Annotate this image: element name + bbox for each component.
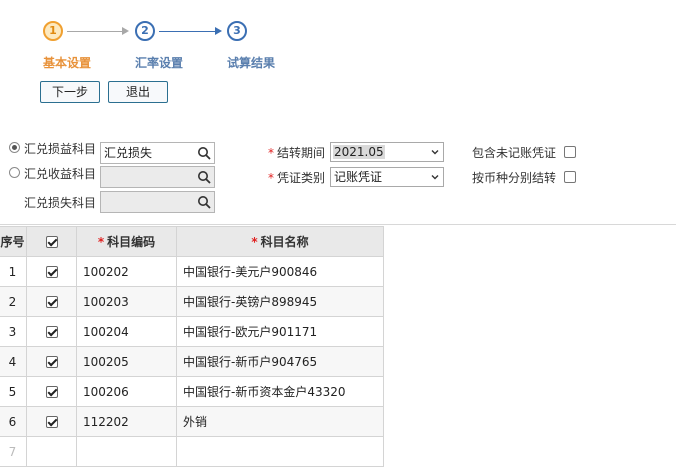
table-header-row: 序号 * 科目编码 * 科目名称 [0,226,384,257]
table-row[interactable]: 7 [0,436,384,467]
step-1-number: 1 [49,24,57,37]
account-name-cell[interactable]: 外销 [176,406,384,437]
row-select-cell[interactable] [26,256,77,287]
exchange-gain-loss-value: 汇兑损失 [104,146,153,160]
period-select[interactable]: 2021.05 [330,142,444,162]
exchange-loss-label: 汇兑损失科目 [24,196,97,210]
row-checkbox[interactable] [45,356,58,368]
row-index: 3 [0,316,27,347]
row-select-cell[interactable] [26,376,77,407]
row-index: 1 [0,256,27,287]
required-mark: * [97,235,105,249]
account-code-cell[interactable]: 100205 [76,346,177,377]
step-connector-1 [67,31,122,32]
period-label-text: 结转期间 [277,146,326,160]
account-code-cell[interactable]: 100203 [76,286,177,317]
table-row[interactable]: 5 100206 中国银行-新币资本金户43320 [0,376,384,407]
table-row[interactable]: 3 100204 中国银行-欧元户901171 [0,316,384,347]
column-header-code[interactable]: * 科目编码 [76,226,177,257]
voucher-type-label: * 凭证类别 [268,169,325,186]
account-table: 序号 * 科目编码 * 科目名称 1 100202 中国银行-美元户900846 2… [0,226,384,467]
column-header-name[interactable]: * 科目名称 [176,226,384,257]
required-mark: * [268,171,274,185]
row-checkbox[interactable] [45,266,58,278]
chevron-down-icon [431,175,439,180]
row-index: 4 [0,346,27,377]
column-header-code-text: 科目编码 [107,235,156,249]
chevron-down-icon [431,150,439,155]
column-header-name-text: 科目名称 [260,235,309,249]
table-row[interactable]: 1 100202 中国银行-美元户900846 [0,256,384,287]
table-row[interactable]: 2 100203 中国银行-英镑户898945 [0,286,384,317]
row-select-cell[interactable] [26,436,77,467]
row-checkbox[interactable] [45,296,58,308]
required-mark: * [268,146,274,160]
row-select-cell[interactable] [26,286,77,317]
required-mark: * [251,235,258,249]
exchange-gain-loss-label: 汇兑损益科目 [24,142,97,156]
table-row[interactable]: 4 100205 中国银行-新币户904765 [0,346,384,377]
select-all-checkbox[interactable] [45,236,58,248]
exit-button[interactable]: 退出 [108,81,168,103]
voucher-type-value: 记账凭证 [334,170,383,184]
step-2-circle: 2 [135,21,155,41]
step-3-number: 3 [233,24,241,37]
row-checkbox[interactable] [45,326,58,338]
include-unposted-label: 包含未记账凭证 [472,146,557,160]
search-icon[interactable] [197,146,211,160]
step-connector-2 [159,31,215,32]
search-icon[interactable] [197,170,211,184]
column-header-select[interactable] [26,226,77,257]
exchange-gain-radio[interactable] [9,167,20,178]
row-select-cell[interactable] [26,346,77,377]
by-currency-label: 按币种分别结转 [472,171,557,185]
next-step-button[interactable]: 下一步 [40,81,100,103]
row-select-cell[interactable] [26,406,77,437]
exchange-gain-label: 汇兑收益科目 [24,167,97,181]
account-name-cell[interactable]: 中国银行-新币户904765 [176,346,384,377]
step-2-label: 汇率设置 [135,56,184,70]
voucher-type-label-text: 凭证类别 [277,171,326,185]
account-code-cell[interactable]: 100202 [76,256,177,287]
divider [0,224,676,225]
row-checkbox[interactable] [45,416,58,428]
by-currency-checkbox[interactable] [564,171,576,183]
step-1-circle: 1 [43,21,63,41]
row-checkbox[interactable] [45,386,58,398]
row-index: 2 [0,286,27,317]
account-code-cell[interactable]: 100204 [76,316,177,347]
account-name-cell[interactable]: 中国银行-新币资本金户43320 [176,376,384,407]
row-index: 5 [0,376,27,407]
exchange-gain-field [100,166,215,188]
account-name-cell[interactable]: 中国银行-英镑户898945 [176,286,384,317]
search-icon[interactable] [197,195,211,209]
step-connector-2-arrow [215,27,222,35]
step-1-label: 基本设置 [43,56,92,70]
voucher-type-select[interactable]: 记账凭证 [330,167,444,187]
table-row[interactable]: 6 112202 外销 [0,406,384,437]
exchange-gain-loss-field[interactable]: 汇兑损失 [100,142,215,164]
exchange-gain-loss-radio[interactable] [9,142,20,153]
account-code-cell[interactable] [76,436,177,467]
account-name-cell[interactable]: 中国银行-欧元户901171 [176,316,384,347]
exchange-loss-field [100,191,215,213]
account-code-cell[interactable]: 100206 [76,376,177,407]
step-connector-1-arrow [122,27,129,35]
period-value: 2021.05 [333,145,385,159]
period-label: * 结转期间 [268,144,325,161]
step-3-label: 试算结果 [227,56,276,70]
step-2-number: 2 [141,24,149,37]
account-name-cell[interactable] [176,436,384,467]
account-name-cell[interactable]: 中国银行-美元户900846 [176,256,384,287]
row-index: 7 [0,436,27,467]
account-code-cell[interactable]: 112202 [76,406,177,437]
row-index: 6 [0,406,27,437]
column-header-index: 序号 [0,226,27,257]
row-select-cell[interactable] [26,316,77,347]
include-unposted-checkbox[interactable] [564,146,576,158]
step-3-circle: 3 [227,21,247,41]
